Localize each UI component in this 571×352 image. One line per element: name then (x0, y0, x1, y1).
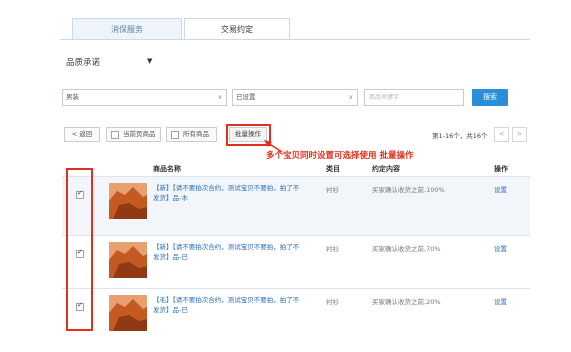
status-select-value: 已设置 (236, 93, 256, 101)
product-thumbnail[interactable] (109, 242, 147, 278)
category-select-value: 男装 (66, 93, 79, 101)
checkbox[interactable] (111, 131, 119, 139)
search-input[interactable]: 商品关键字 (364, 89, 464, 106)
header-content: 约定内容 (372, 165, 400, 173)
product-category: 衬衫 (326, 298, 339, 306)
table-row: ✓ 【新】【请不要拍次合约，测试宝贝不要拍，拍了不发货】品-已 衬衫 买家确认收… (62, 236, 530, 294)
all-items-label: 所有商品 (183, 130, 209, 138)
agreement-content: 买家确认收货之前,70% (372, 245, 441, 253)
category-select[interactable]: 男装 ∨ (62, 89, 227, 106)
back-button[interactable]: < 返回 (64, 127, 100, 142)
agreement-content: 买家确认收货之前,100% (372, 186, 445, 194)
status-select[interactable]: 已设置 ∨ (232, 89, 358, 106)
product-thumbnail[interactable] (109, 183, 147, 219)
table-row: ✓ 【新】【请不要拍次合约，测试宝贝不要拍，拍了不发货】品-木 衬衫 买家确认收… (62, 177, 530, 235)
annotation-text: 多个宝贝同时设置可选择使用 批量操作 (266, 151, 414, 161)
tab-consumer-protection[interactable]: 消保服务 (72, 18, 182, 40)
set-link[interactable]: 设置 (494, 296, 507, 306)
search-button[interactable]: 搜索 (472, 89, 508, 106)
table-header: 商品名称 类目 约定内容 操作 (62, 162, 530, 176)
prev-page-button[interactable]: < (494, 127, 509, 142)
pagination-info: 第1-16个，共16个 (432, 132, 488, 140)
current-page-select-button[interactable]: 当前页商品 (106, 127, 161, 142)
checkbox-column-highlight-box (66, 168, 93, 331)
product-category: 衬衫 (326, 186, 339, 194)
next-page-button[interactable]: > (512, 127, 527, 142)
chevron-down-icon: ∨ (348, 94, 353, 101)
quality-select-label[interactable]: 品质承诺 (66, 56, 100, 68)
set-link[interactable]: 设置 (494, 243, 507, 253)
caret-down-icon[interactable]: ▼ (147, 57, 152, 65)
product-title-link[interactable]: 【毛】【请不要拍次合约，测试宝贝不要拍，拍了不发货】品-已 (153, 295, 303, 315)
current-page-label: 当前页商品 (123, 130, 156, 138)
checkbox[interactable] (171, 131, 179, 139)
chevron-down-icon: ∨ (217, 94, 222, 101)
header-name: 商品名称 (153, 165, 181, 173)
set-link[interactable]: 设置 (494, 184, 507, 194)
agreement-content: 买家确认收货之前,20% (372, 298, 441, 306)
product-thumbnail[interactable] (109, 295, 147, 331)
all-items-select-button[interactable]: 所有商品 (166, 127, 217, 142)
product-category: 衬衫 (326, 245, 339, 253)
tab-divider (60, 39, 530, 40)
header-operation: 操作 (494, 165, 508, 173)
tab-trade-agreement[interactable]: 交易约定 (184, 18, 290, 40)
product-title-link[interactable]: 【新】【请不要拍次合约，测试宝贝不要拍，拍了不发货】品-木 (153, 183, 303, 203)
header-category: 类目 (326, 165, 340, 173)
product-title-link[interactable]: 【新】【请不要拍次合约，测试宝贝不要拍，拍了不发货】品-已 (153, 242, 303, 262)
table-row: ✓ 【毛】【请不要拍次合约，测试宝贝不要拍，拍了不发货】品-已 衬衫 买家确认收… (62, 289, 530, 347)
